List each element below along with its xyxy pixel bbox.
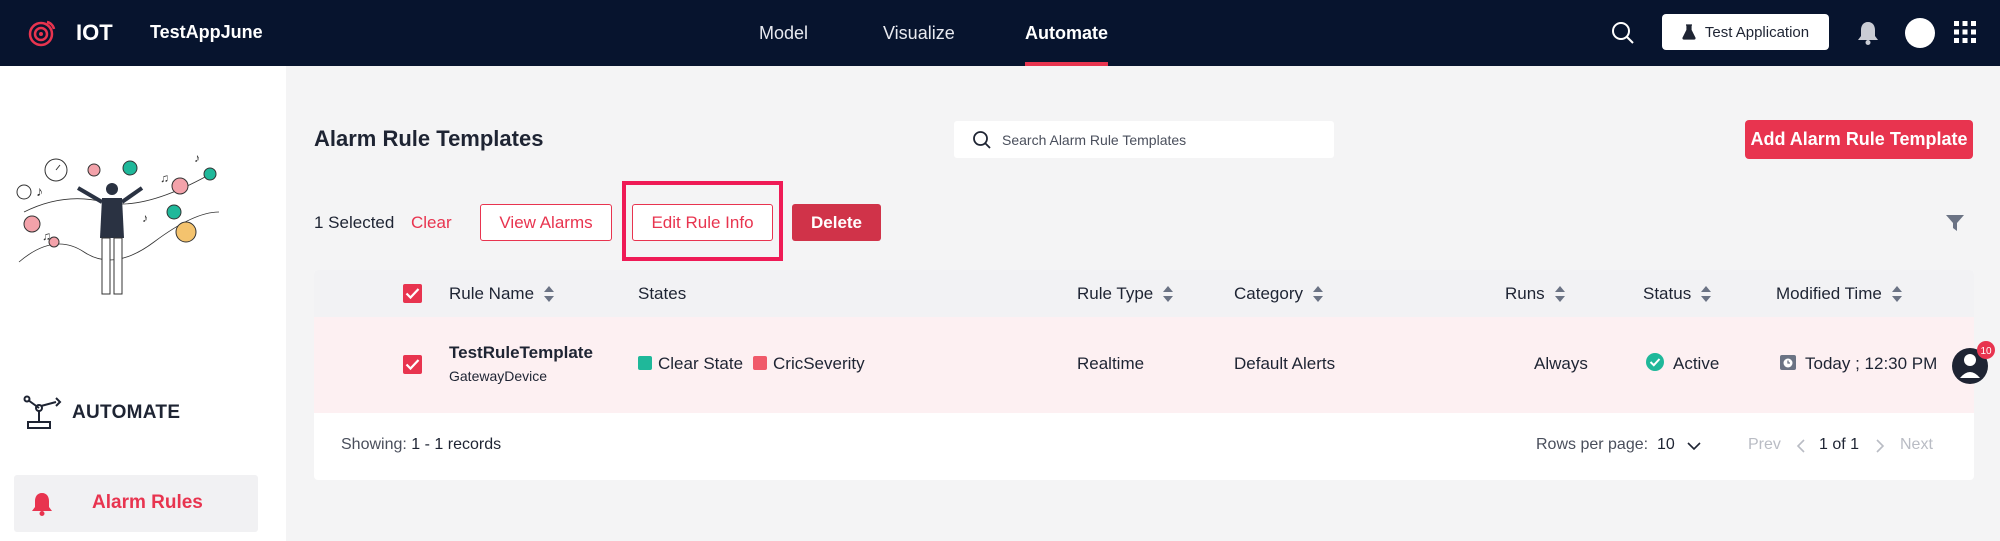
col-states-label: States (638, 284, 687, 303)
col-category-label: Category (1234, 284, 1303, 303)
brand-name[interactable]: IOT (76, 20, 113, 46)
col-runs[interactable]: Runs (1505, 284, 1565, 304)
edit-rule-info-button[interactable]: Edit Rule Info (632, 204, 773, 241)
col-category[interactable]: Category (1234, 284, 1323, 304)
assistant-help-icon[interactable]: 10 (1950, 340, 1996, 386)
notification-count: 10 (1980, 346, 1992, 357)
chevron-right-icon[interactable] (1873, 438, 1887, 454)
nav-model[interactable]: Model (759, 0, 808, 66)
col-modified-time[interactable]: Modified Time (1776, 284, 1902, 304)
test-application-label: Test Application (1704, 23, 1810, 41)
svg-text:♫: ♫ (42, 229, 51, 243)
add-alarm-rule-template-button[interactable]: Add Alarm Rule Template (1745, 120, 1973, 159)
robot-arm-icon (23, 395, 62, 429)
avatar[interactable] (1905, 18, 1935, 48)
state-label: CricSeverity (773, 354, 865, 373)
showing-label: Showing: (341, 436, 407, 453)
rows-per-page-select[interactable]: 10 (1657, 436, 1675, 454)
bell-icon (32, 493, 52, 516)
sort-icon (1163, 286, 1174, 302)
clear-selection-link[interactable]: Clear (411, 213, 452, 233)
flask-icon (1682, 24, 1696, 40)
col-status[interactable]: Status (1643, 284, 1712, 304)
runs: Always (1534, 354, 1588, 373)
rule-type: Realtime (1077, 354, 1145, 373)
nav-visualize[interactable]: Visualize (883, 0, 955, 66)
bell-icon[interactable] (1856, 20, 1880, 46)
rows-per-page-label: Rows per page: (1536, 436, 1649, 453)
col-runs-label: Runs (1505, 284, 1545, 303)
top-bar: IOT TestAppJune Model Visualize Automate… (0, 0, 2000, 66)
svg-text:♪: ♪ (142, 211, 148, 225)
svg-text:♫: ♫ (160, 171, 169, 185)
search-icon (973, 131, 991, 149)
selected-count: 1 Selected (314, 213, 395, 232)
page-title: Alarm Rule Templates (314, 126, 544, 151)
page-info: 1 of 1 (1819, 436, 1860, 453)
app-name[interactable]: TestAppJune (150, 22, 263, 43)
check-circle-icon (1646, 353, 1664, 371)
sidebar-item-alarm-rules[interactable]: Alarm Rules (14, 475, 258, 532)
col-states: States (638, 284, 686, 304)
svg-text:♪: ♪ (36, 183, 43, 199)
chevron-left-icon[interactable] (1794, 438, 1808, 454)
filter-icon[interactable] (1945, 213, 1965, 233)
sidebar-item-label: Alarm Rules (92, 492, 203, 513)
state-chip: Clear State (638, 354, 743, 374)
state-color-swatch (753, 356, 767, 370)
col-rule-name[interactable]: Rule Name (449, 284, 555, 304)
sort-icon (544, 286, 555, 302)
search-box[interactable] (954, 121, 1334, 158)
sidebar-section-title: AUTOMATE (72, 402, 181, 423)
rule-name[interactable]: TestRuleTemplate (449, 343, 593, 363)
sort-icon (1701, 286, 1712, 302)
svg-text:♪: ♪ (194, 152, 200, 165)
row-checkbox[interactable] (403, 355, 422, 374)
delete-button[interactable]: Delete (792, 204, 881, 241)
sidebar: ♪ ♫ ♪ ♫ ♪ AUTOMATE Alarm Rules (0, 66, 286, 541)
conductor-illustration: ♪ ♫ ♪ ♫ ♪ (16, 152, 220, 295)
next-page-button[interactable]: Next (1900, 436, 1933, 454)
category: Default Alerts (1234, 354, 1336, 373)
state-label: Clear State (658, 354, 744, 373)
nav-automate[interactable]: Automate (1025, 0, 1109, 66)
sort-icon (1891, 286, 1902, 302)
showing-value: 1 - 1 records (411, 436, 502, 453)
search-input[interactable] (1002, 121, 1322, 158)
sort-icon (1554, 286, 1565, 302)
status: Active (1673, 354, 1720, 373)
apps-grid-icon[interactable] (1954, 21, 1976, 43)
state-color-swatch (638, 356, 652, 370)
iot-logo-icon (28, 20, 56, 47)
search-icon[interactable] (1610, 20, 1636, 46)
col-rule-type-label: Rule Type (1077, 284, 1154, 303)
rule-asset: GatewayDevice (449, 368, 548, 384)
select-all-checkbox[interactable] (403, 284, 422, 303)
modified-time: Today ; 12:30 PM (1805, 354, 1938, 373)
state-chip: CricSeverity (753, 354, 865, 374)
col-rule-name-label: Rule Name (449, 284, 535, 303)
test-application-button[interactable]: Test Application (1662, 14, 1829, 50)
view-alarms-button[interactable]: View Alarms (480, 204, 612, 241)
table-row[interactable]: TestRuleTemplate GatewayDevice Clear Sta… (314, 317, 1974, 413)
col-modified-time-label: Modified Time (1776, 284, 1882, 303)
rules-table: Rule Name States Rule Type Category Runs… (314, 270, 1974, 480)
sort-icon (1312, 286, 1323, 302)
chevron-down-icon[interactable] (1686, 438, 1702, 454)
col-status-label: Status (1643, 284, 1692, 303)
prev-page-button[interactable]: Prev (1748, 436, 1781, 454)
col-rule-type[interactable]: Rule Type (1077, 284, 1174, 304)
showing-records: Showing: 1 - 1 records (341, 436, 501, 454)
table-header: Rule Name States Rule Type Category Runs… (314, 270, 1974, 317)
calendar-clock-icon (1780, 355, 1796, 370)
